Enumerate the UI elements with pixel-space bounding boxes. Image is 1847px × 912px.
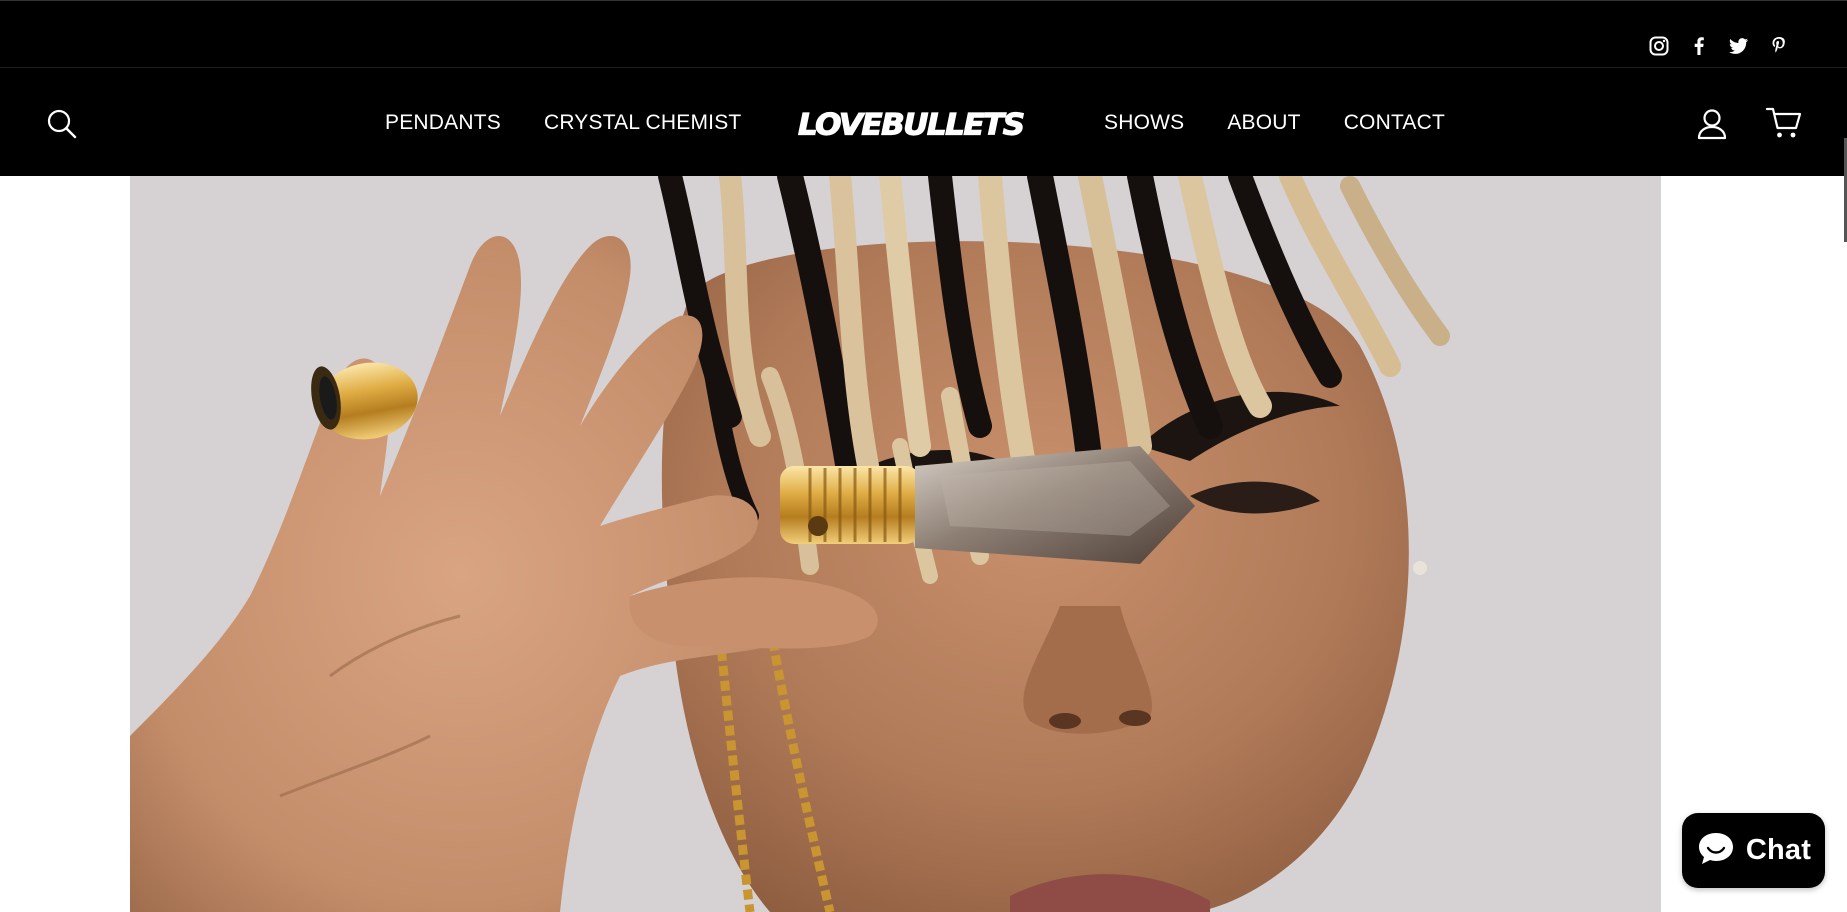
social-links bbox=[1649, 36, 1789, 56]
facebook-icon[interactable] bbox=[1689, 36, 1709, 56]
nav-link-pendants[interactable]: PENDANTS bbox=[385, 112, 501, 133]
primary-nav-right: SHOWS ABOUT CONTACT bbox=[1104, 112, 1445, 133]
top-bar bbox=[0, 0, 1847, 68]
instagram-icon[interactable] bbox=[1649, 36, 1669, 56]
account-icon[interactable] bbox=[1697, 108, 1727, 140]
logo-text: LOVEBULLETS bbox=[797, 107, 1025, 142]
site-logo[interactable]: LOVEBULLETS bbox=[797, 107, 1025, 143]
chat-bubble-icon bbox=[1696, 830, 1736, 871]
nav-link-shows[interactable]: SHOWS bbox=[1104, 112, 1184, 133]
nav-link-contact[interactable]: CONTACT bbox=[1344, 112, 1445, 133]
nav-link-about[interactable]: ABOUT bbox=[1227, 112, 1300, 133]
nav-link-crystal-chemist[interactable]: CRYSTAL CHEMIST bbox=[544, 112, 741, 133]
site-header: PENDANTS CRYSTAL CHEMIST LOVEBULLETS SHO… bbox=[0, 68, 1847, 242]
twitter-icon[interactable] bbox=[1729, 36, 1749, 56]
chat-button[interactable]: Chat bbox=[1682, 813, 1825, 888]
chat-label: Chat bbox=[1745, 834, 1812, 866]
hero-image bbox=[130, 176, 1661, 912]
pinterest-icon[interactable] bbox=[1769, 36, 1789, 56]
primary-nav-left: PENDANTS CRYSTAL CHEMIST bbox=[385, 112, 741, 133]
cart-icon[interactable] bbox=[1765, 106, 1802, 140]
search-icon[interactable] bbox=[46, 108, 78, 140]
